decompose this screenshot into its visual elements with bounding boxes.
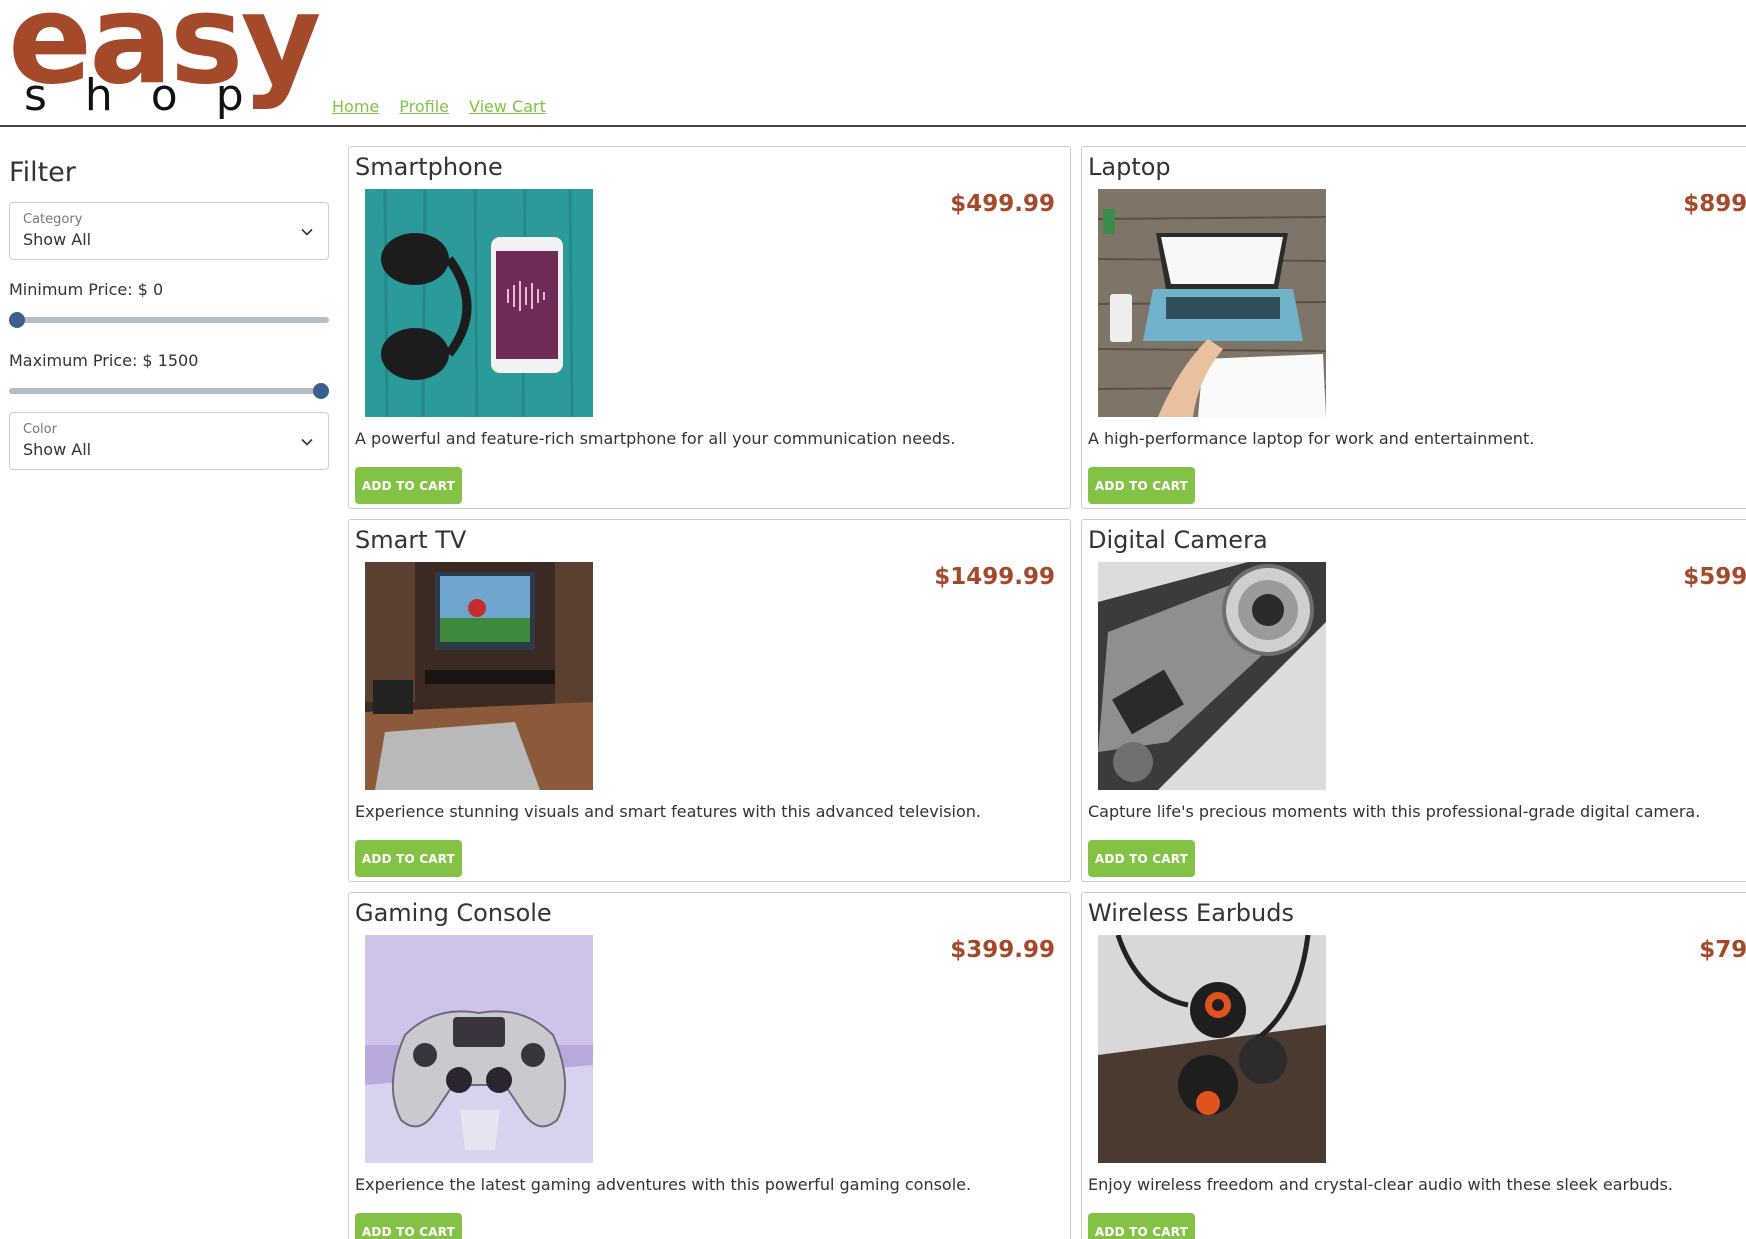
add-to-cart-button[interactable]: ADD TO CART bbox=[1088, 840, 1195, 877]
product-price: $399.99 bbox=[950, 937, 1055, 963]
add-to-cart-button[interactable]: ADD TO CART bbox=[355, 1213, 462, 1239]
product-name: Laptop bbox=[1088, 153, 1171, 181]
chevron-down-icon bbox=[301, 438, 313, 446]
gamepad-image bbox=[365, 935, 593, 1163]
chevron-down-icon bbox=[301, 228, 313, 236]
color-select-value: Show All bbox=[23, 440, 92, 459]
nav-link-profile[interactable]: Profile bbox=[399, 97, 449, 116]
product-price: $599.99 bbox=[1683, 564, 1746, 590]
product-price: $79.99 bbox=[1699, 937, 1746, 963]
product-card-smartphone: Smartphone $499.99 A powerful and featur… bbox=[348, 146, 1071, 509]
add-to-cart-button[interactable]: ADD TO CART bbox=[1088, 1213, 1195, 1239]
laptop-desk-image bbox=[1098, 189, 1326, 417]
logo-wordmark-shop: shop bbox=[24, 70, 282, 121]
max-price-slider-track bbox=[9, 388, 329, 394]
color-select-label: Color bbox=[23, 422, 57, 437]
product-name: Gaming Console bbox=[355, 899, 552, 927]
product-name: Smartphone bbox=[355, 153, 503, 181]
camera-image bbox=[1098, 562, 1326, 790]
max-price-slider-thumb[interactable] bbox=[313, 383, 329, 399]
product-description: A high-performance laptop for work and e… bbox=[1088, 429, 1535, 448]
add-to-cart-button[interactable]: ADD TO CART bbox=[1088, 467, 1195, 504]
main-nav: Home Profile View Cart bbox=[332, 97, 546, 116]
add-to-cart-button[interactable]: ADD TO CART bbox=[355, 840, 462, 877]
product-name: Digital Camera bbox=[1088, 526, 1268, 554]
min-price-slider-track bbox=[9, 317, 329, 323]
smartphone-headphones-image bbox=[365, 189, 593, 417]
filter-sidebar: Filter Category Show All Minimum Price: … bbox=[9, 156, 329, 470]
product-grid: Smartphone $499.99 A powerful and featur… bbox=[348, 146, 1746, 1239]
site-header: easy shop Home Profile View Cart bbox=[0, 0, 1746, 127]
max-price-label: Maximum Price: $ 1500 bbox=[9, 351, 199, 370]
add-to-cart-button[interactable]: ADD TO CART bbox=[355, 467, 462, 504]
filter-title: Filter bbox=[9, 157, 76, 188]
product-card-smart-tv: Smart TV $1499.99 Experience stunning vi… bbox=[348, 519, 1071, 882]
tv-living-room-image bbox=[365, 562, 593, 790]
earbuds-image bbox=[1098, 935, 1326, 1163]
product-description: Capture life's precious moments with thi… bbox=[1088, 802, 1701, 821]
product-price: $1499.99 bbox=[934, 564, 1055, 590]
product-card-digital-camera: Digital Camera $599.99 Capture life's pr… bbox=[1081, 519, 1746, 882]
min-price-label: Minimum Price: $ 0 bbox=[9, 280, 164, 299]
min-price-slider-thumb[interactable] bbox=[9, 312, 25, 328]
category-select-label: Category bbox=[23, 212, 83, 227]
max-price-slider[interactable] bbox=[9, 380, 329, 402]
product-name: Wireless Earbuds bbox=[1088, 899, 1294, 927]
easy-shop-logo[interactable]: easy shop bbox=[8, 0, 321, 118]
product-price: $499.99 bbox=[950, 191, 1055, 217]
category-select[interactable]: Category Show All bbox=[9, 202, 329, 260]
product-card-wireless-earbuds: Wireless Earbuds $79.99 Enjoy wireless f… bbox=[1081, 892, 1746, 1239]
min-price-slider[interactable] bbox=[9, 309, 329, 331]
product-description: A powerful and feature-rich smartphone f… bbox=[355, 429, 956, 448]
nav-link-view-cart[interactable]: View Cart bbox=[469, 97, 546, 116]
product-description: Enjoy wireless freedom and crystal-clear… bbox=[1088, 1175, 1673, 1194]
product-description: Experience stunning visuals and smart fe… bbox=[355, 802, 981, 821]
color-select[interactable]: Color Show All bbox=[9, 412, 329, 470]
product-description: Experience the latest gaming adventures … bbox=[355, 1175, 972, 1194]
nav-link-home[interactable]: Home bbox=[332, 97, 379, 116]
category-select-value: Show All bbox=[23, 230, 92, 249]
product-price: $899.99 bbox=[1683, 191, 1746, 217]
product-card-gaming-console: Gaming Console $399.99 Experience the la… bbox=[348, 892, 1071, 1239]
product-card-laptop: Laptop $899.99 A high-performance la bbox=[1081, 146, 1746, 509]
product-name: Smart TV bbox=[355, 526, 467, 554]
